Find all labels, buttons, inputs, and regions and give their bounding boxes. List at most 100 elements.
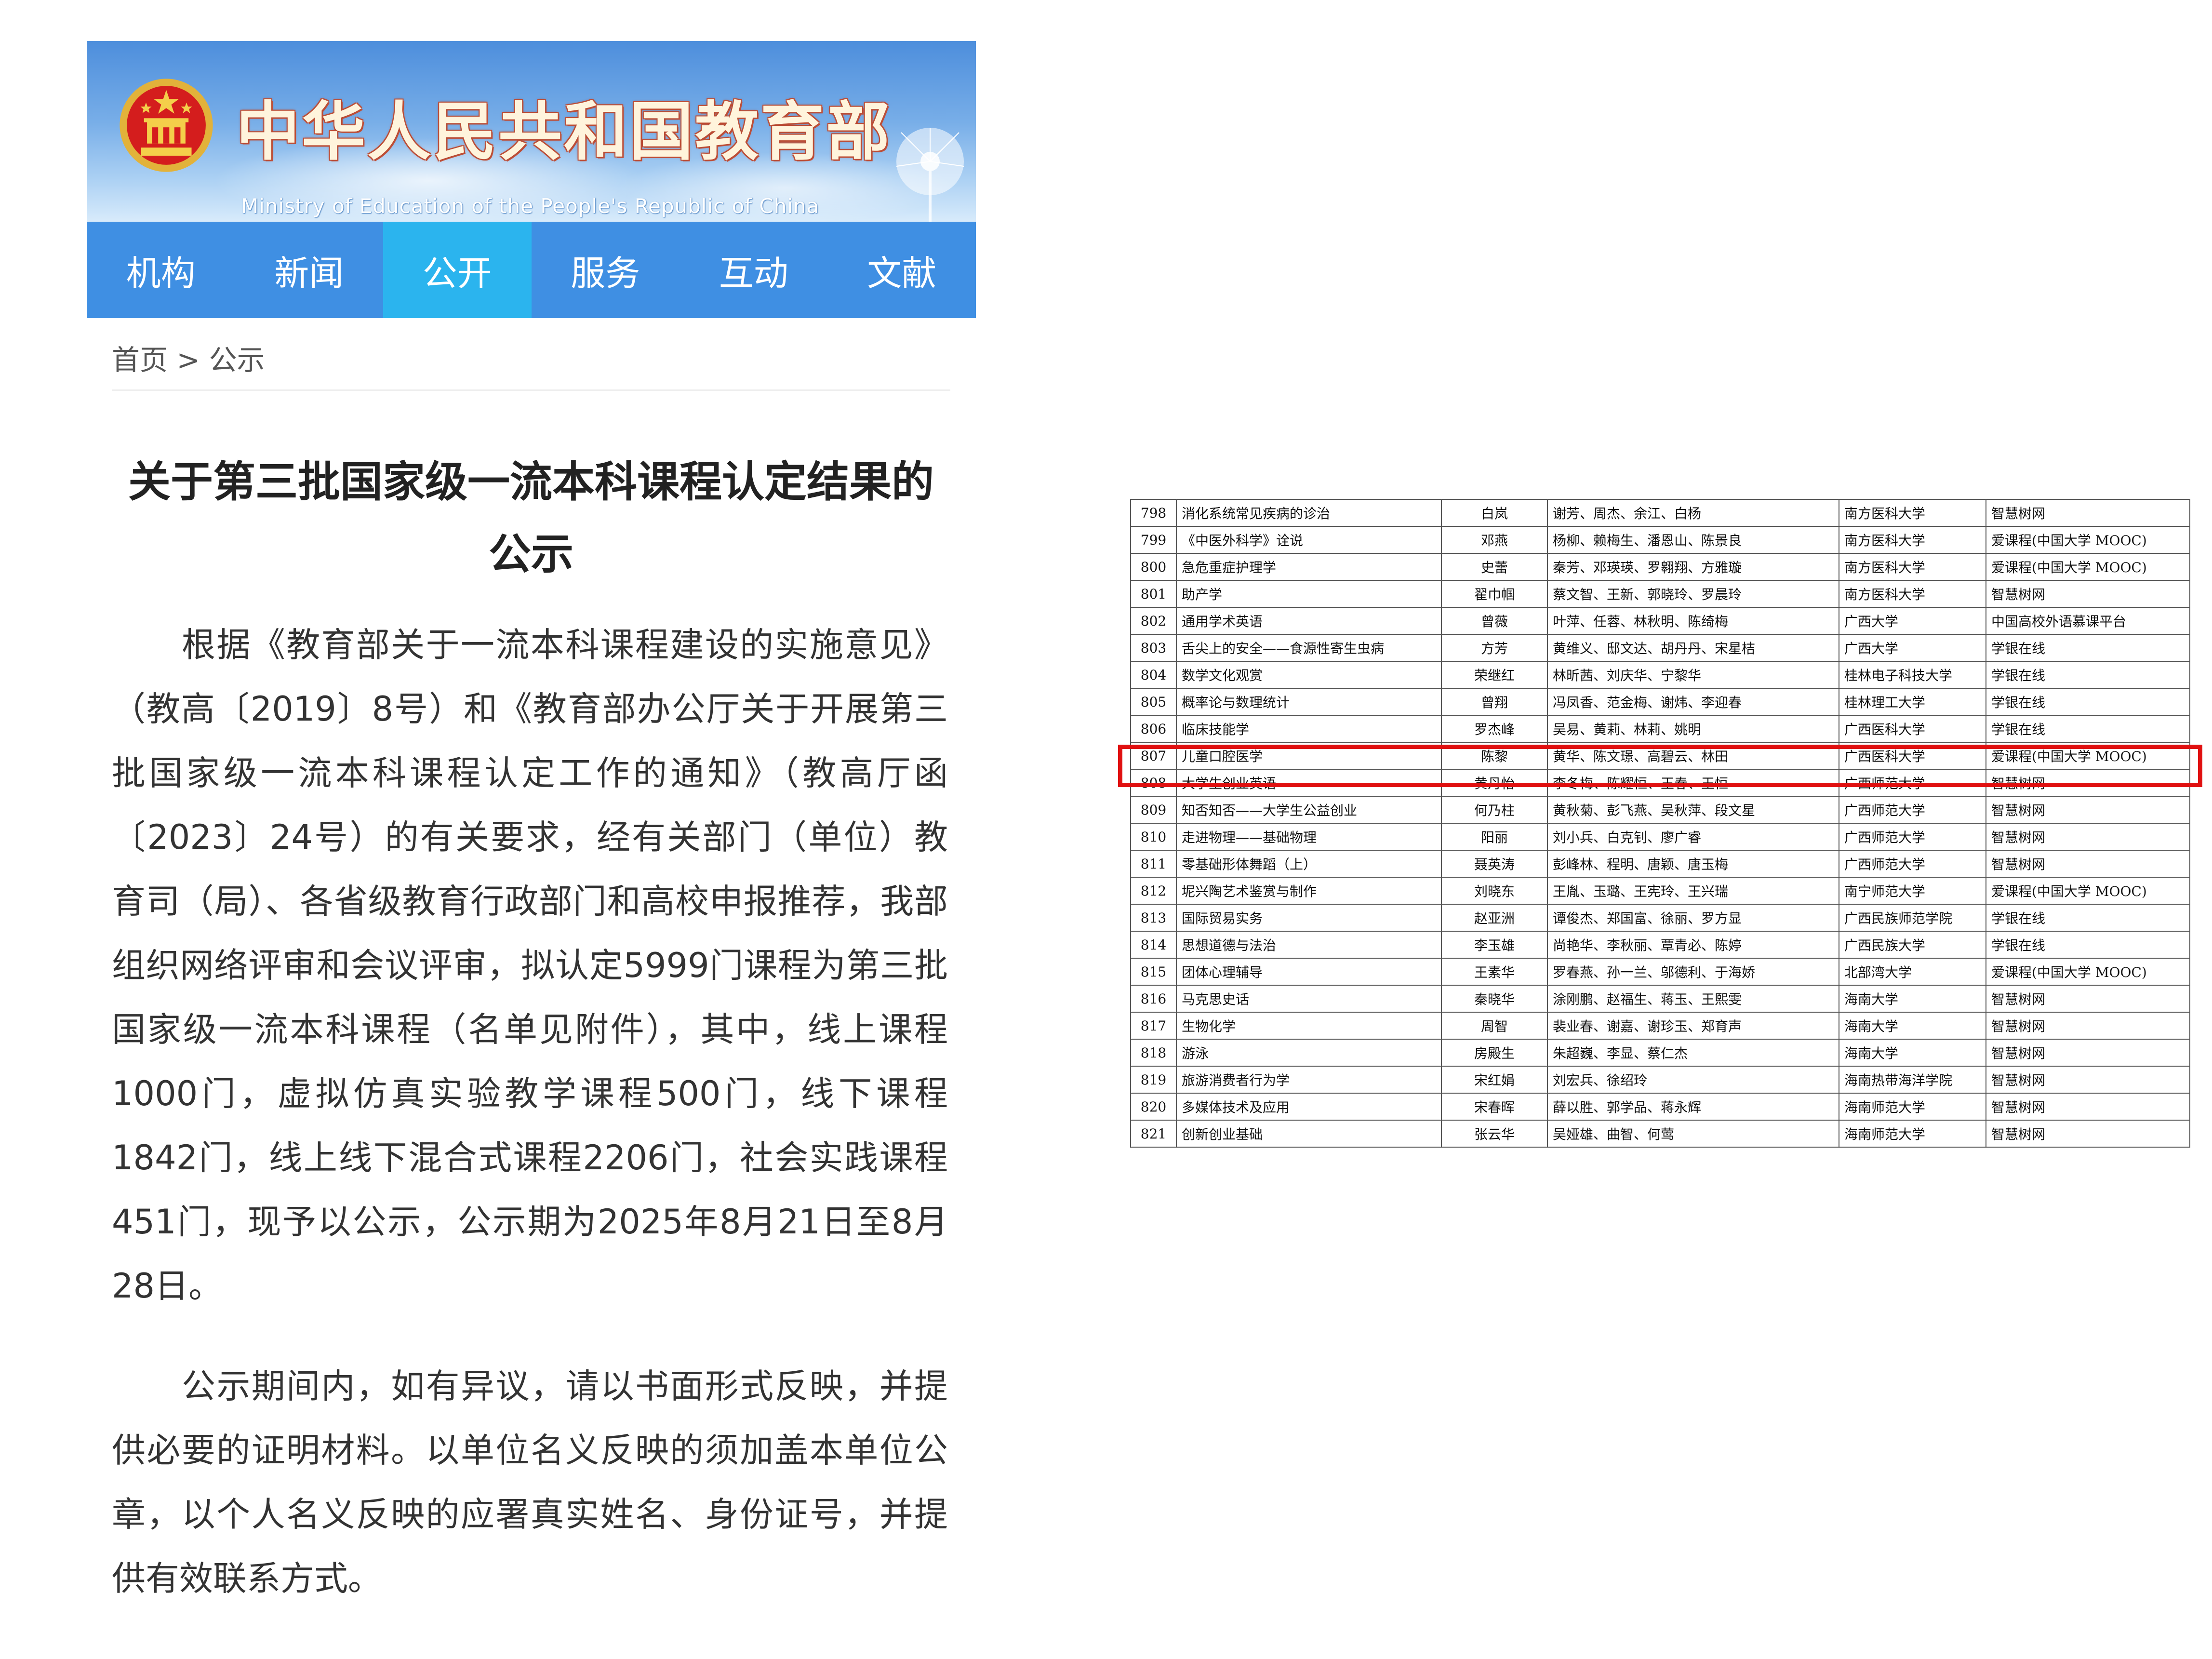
table-row: 801 助产学 翟巾帼 蔡文智、王新、郭晓玲、罗晨玲 南方医科大学 智慧树网 (1130, 580, 2190, 608)
platform-cell: 爱课程(中国大学 MOOC) (1985, 877, 2190, 905)
lead-teacher-cell: 李玉雄 (1441, 931, 1548, 959)
team-members-cell: 吴易、黄莉、林莉、姚明 (1547, 715, 1839, 743)
university-cell: 广西师范大学 (1839, 850, 1986, 878)
course-name-cell: 临床技能学 (1176, 715, 1442, 743)
lead-teacher-cell: 聂英涛 (1441, 850, 1548, 878)
breadcrumb-home-link[interactable]: 首页 (112, 344, 168, 376)
course-name-cell: 概率论与数理统计 (1176, 688, 1442, 716)
main-nav: 机构 新闻 公开 服务 互动 文献 (87, 222, 976, 318)
tab-disclosure[interactable]: 公开 (383, 222, 532, 318)
platform-cell: 学银在线 (1985, 634, 2190, 662)
platform-cell: 智慧树网 (1985, 1066, 2190, 1094)
course-number-cell: 819 (1130, 1066, 1177, 1094)
site-title: 中华人民共和国教育部 (236, 95, 892, 169)
divider (112, 389, 950, 391)
lead-teacher-cell: 宋红娟 (1441, 1066, 1548, 1094)
university-cell: 南方医科大学 (1839, 526, 1986, 554)
tab-agencies[interactable]: 机构 (87, 222, 235, 318)
team-members-cell: 黄秋菊、彭飞燕、吴秋萍、段文星 (1547, 796, 1839, 824)
team-members-cell: 罗春燕、孙一兰、邬德利、于海娇 (1547, 958, 1839, 986)
lead-teacher-cell: 陈黎 (1441, 742, 1548, 770)
platform-cell: 智慧树网 (1985, 499, 2190, 527)
lead-teacher-cell: 张云华 (1441, 1120, 1548, 1148)
lead-teacher-cell: 方芳 (1441, 634, 1548, 662)
course-number-cell: 805 (1130, 688, 1177, 716)
university-cell: 广西医科大学 (1839, 715, 1986, 743)
table-row: 798 消化系统常见疾病的诊治 白岚 谢芳、周杰、余江、白杨 南方医科大学 智慧树网 (1130, 499, 2190, 527)
team-members-cell: 秦芳、邓瑛瑛、罗翱翔、方雅璇 (1547, 553, 1839, 581)
platform-cell: 爱课程(中国大学 MOOC) (1985, 553, 2190, 581)
university-cell: 广西大学 (1839, 607, 1986, 635)
platform-cell: 爱课程(中国大学 MOOC) (1985, 742, 2190, 770)
breadcrumb-current: 公示 (209, 344, 265, 376)
platform-cell: 智慧树网 (1985, 580, 2190, 608)
team-members-cell: 吴娅雄、曲智、何莺 (1547, 1120, 1839, 1148)
course-number-cell: 799 (1130, 526, 1177, 554)
course-number-cell: 817 (1130, 1012, 1177, 1040)
course-name-cell: 儿童口腔医学 (1176, 742, 1442, 770)
course-name-cell: 坭兴陶艺术鉴赏与制作 (1176, 877, 1442, 905)
course-name-cell: 舌尖上的安全——食源性寄生虫病 (1176, 634, 1442, 662)
dandelion-icon (896, 128, 964, 222)
team-members-cell: 蔡文智、王新、郭晓玲、罗晨玲 (1547, 580, 1839, 608)
national-emblem-icon (120, 79, 213, 172)
platform-cell: 智慧树网 (1985, 796, 2190, 824)
lead-teacher-cell: 宋春晖 (1441, 1093, 1548, 1121)
table-row: 800 急危重症护理学 史蕾 秦芳、邓瑛瑛、罗翱翔、方雅璇 南方医科大学 爱课程(中国大学… (1130, 553, 2190, 581)
table-row: 806 临床技能学 罗杰峰 吴易、黄莉、林莉、姚明 广西医科大学 学银在线 (1130, 715, 2190, 743)
breadcrumb-separator: > (168, 344, 209, 376)
course-name-cell: 急危重症护理学 (1176, 553, 1442, 581)
table-row: 814 思想道德与法治 李玉雄 尚艳华、李秋丽、覃青必、陈婷 广西民族大学 学银在线 (1130, 931, 2190, 959)
tab-news[interactable]: 新闻 (235, 222, 384, 318)
university-cell: 广西师范大学 (1839, 769, 1986, 797)
university-cell: 广西师范大学 (1839, 823, 1986, 851)
course-number-cell: 820 (1130, 1093, 1177, 1121)
table-row: 804 数学文化观赏 荣继红 林昕茜、刘庆华、宁黎华 桂林电子科技大学 学银在线 (1130, 661, 2190, 689)
university-cell: 广西师范大学 (1839, 796, 1986, 824)
university-cell: 南宁师范大学 (1839, 877, 1986, 905)
team-members-cell: 薛以胜、郭学品、蒋永辉 (1547, 1093, 1839, 1121)
table-row: 808 大学生创业英语 黄丹怡 李冬梅、陈耀恒、王春、王恒 广西师范大学 智慧树网 (1130, 769, 2190, 797)
team-members-cell: 冯凤香、范金梅、谢炜、李迎春 (1547, 688, 1839, 716)
table-row: 813 国际贸易实务 赵亚洲 谭俊杰、郑国富、徐丽、罗方显 广西民族师范学院 学银在线 (1130, 904, 2190, 932)
team-members-cell: 谢芳、周杰、余江、白杨 (1547, 499, 1839, 527)
platform-cell: 智慧树网 (1985, 1039, 2190, 1067)
course-number-cell: 818 (1130, 1039, 1177, 1067)
platform-cell: 学银在线 (1985, 931, 2190, 959)
university-cell: 南方医科大学 (1839, 499, 1986, 527)
university-cell: 海南师范大学 (1839, 1093, 1986, 1121)
course-name-cell: 马克思史话 (1176, 985, 1442, 1013)
platform-cell: 智慧树网 (1985, 823, 2190, 851)
university-cell: 桂林电子科技大学 (1839, 661, 1986, 689)
site-banner: 中华人民共和国教育部 Ministry of Education of the … (87, 41, 976, 222)
course-name-cell: 助产学 (1176, 580, 1442, 608)
tab-interaction[interactable]: 互动 (680, 222, 828, 318)
course-number-cell: 821 (1130, 1120, 1177, 1148)
platform-cell: 学银在线 (1985, 661, 2190, 689)
table-row: 809 知否知否——大学生公益创业 何乃柱 黄秋菊、彭飞燕、吴秋萍、段文星 广西师范大学… (1130, 796, 2190, 824)
lead-teacher-cell: 刘晓东 (1441, 877, 1548, 905)
table-row: 803 舌尖上的安全——食源性寄生虫病 方芳 黄维义、邸文达、胡丹丹、宋星桔 广西大学学… (1130, 634, 2190, 662)
tab-services[interactable]: 服务 (532, 222, 680, 318)
lead-teacher-cell: 赵亚洲 (1441, 904, 1548, 932)
university-cell: 广西医科大学 (1839, 742, 1986, 770)
course-number-cell: 802 (1130, 607, 1177, 635)
team-members-cell: 谭俊杰、郑国富、徐丽、罗方显 (1547, 904, 1839, 932)
university-cell: 海南大学 (1839, 985, 1986, 1013)
platform-cell: 智慧树网 (1985, 1012, 2190, 1040)
team-members-cell: 彭峰林、程明、唐颖、唐玉梅 (1547, 850, 1839, 878)
course-number-cell: 815 (1130, 958, 1177, 986)
platform-cell: 智慧树网 (1985, 1120, 2190, 1148)
team-members-cell: 涂刚鹏、赵福生、蒋玉、王熙雯 (1547, 985, 1839, 1013)
table-row: 815 团体心理辅导 王素华 罗春燕、孙一兰、邬德利、于海娇 北部湾大学 爱课程(中国大学… (1130, 958, 2190, 986)
course-name-cell: 国际贸易实务 (1176, 904, 1442, 932)
team-members-cell: 尚艳华、李秋丽、覃青必、陈婷 (1547, 931, 1839, 959)
course-name-cell: 《中医外科学》诠说 (1176, 526, 1442, 554)
platform-cell: 智慧树网 (1985, 769, 2190, 797)
course-number-cell: 816 (1130, 985, 1177, 1013)
team-members-cell: 黄华、陈文璟、高碧云、林田 (1547, 742, 1839, 770)
team-members-cell: 李冬梅、陈耀恒、王春、王恒 (1547, 769, 1839, 797)
tab-documents[interactable]: 文献 (828, 222, 976, 318)
course-number-cell: 798 (1130, 499, 1177, 527)
platform-cell: 中国高校外语慕课平台 (1985, 607, 2190, 635)
